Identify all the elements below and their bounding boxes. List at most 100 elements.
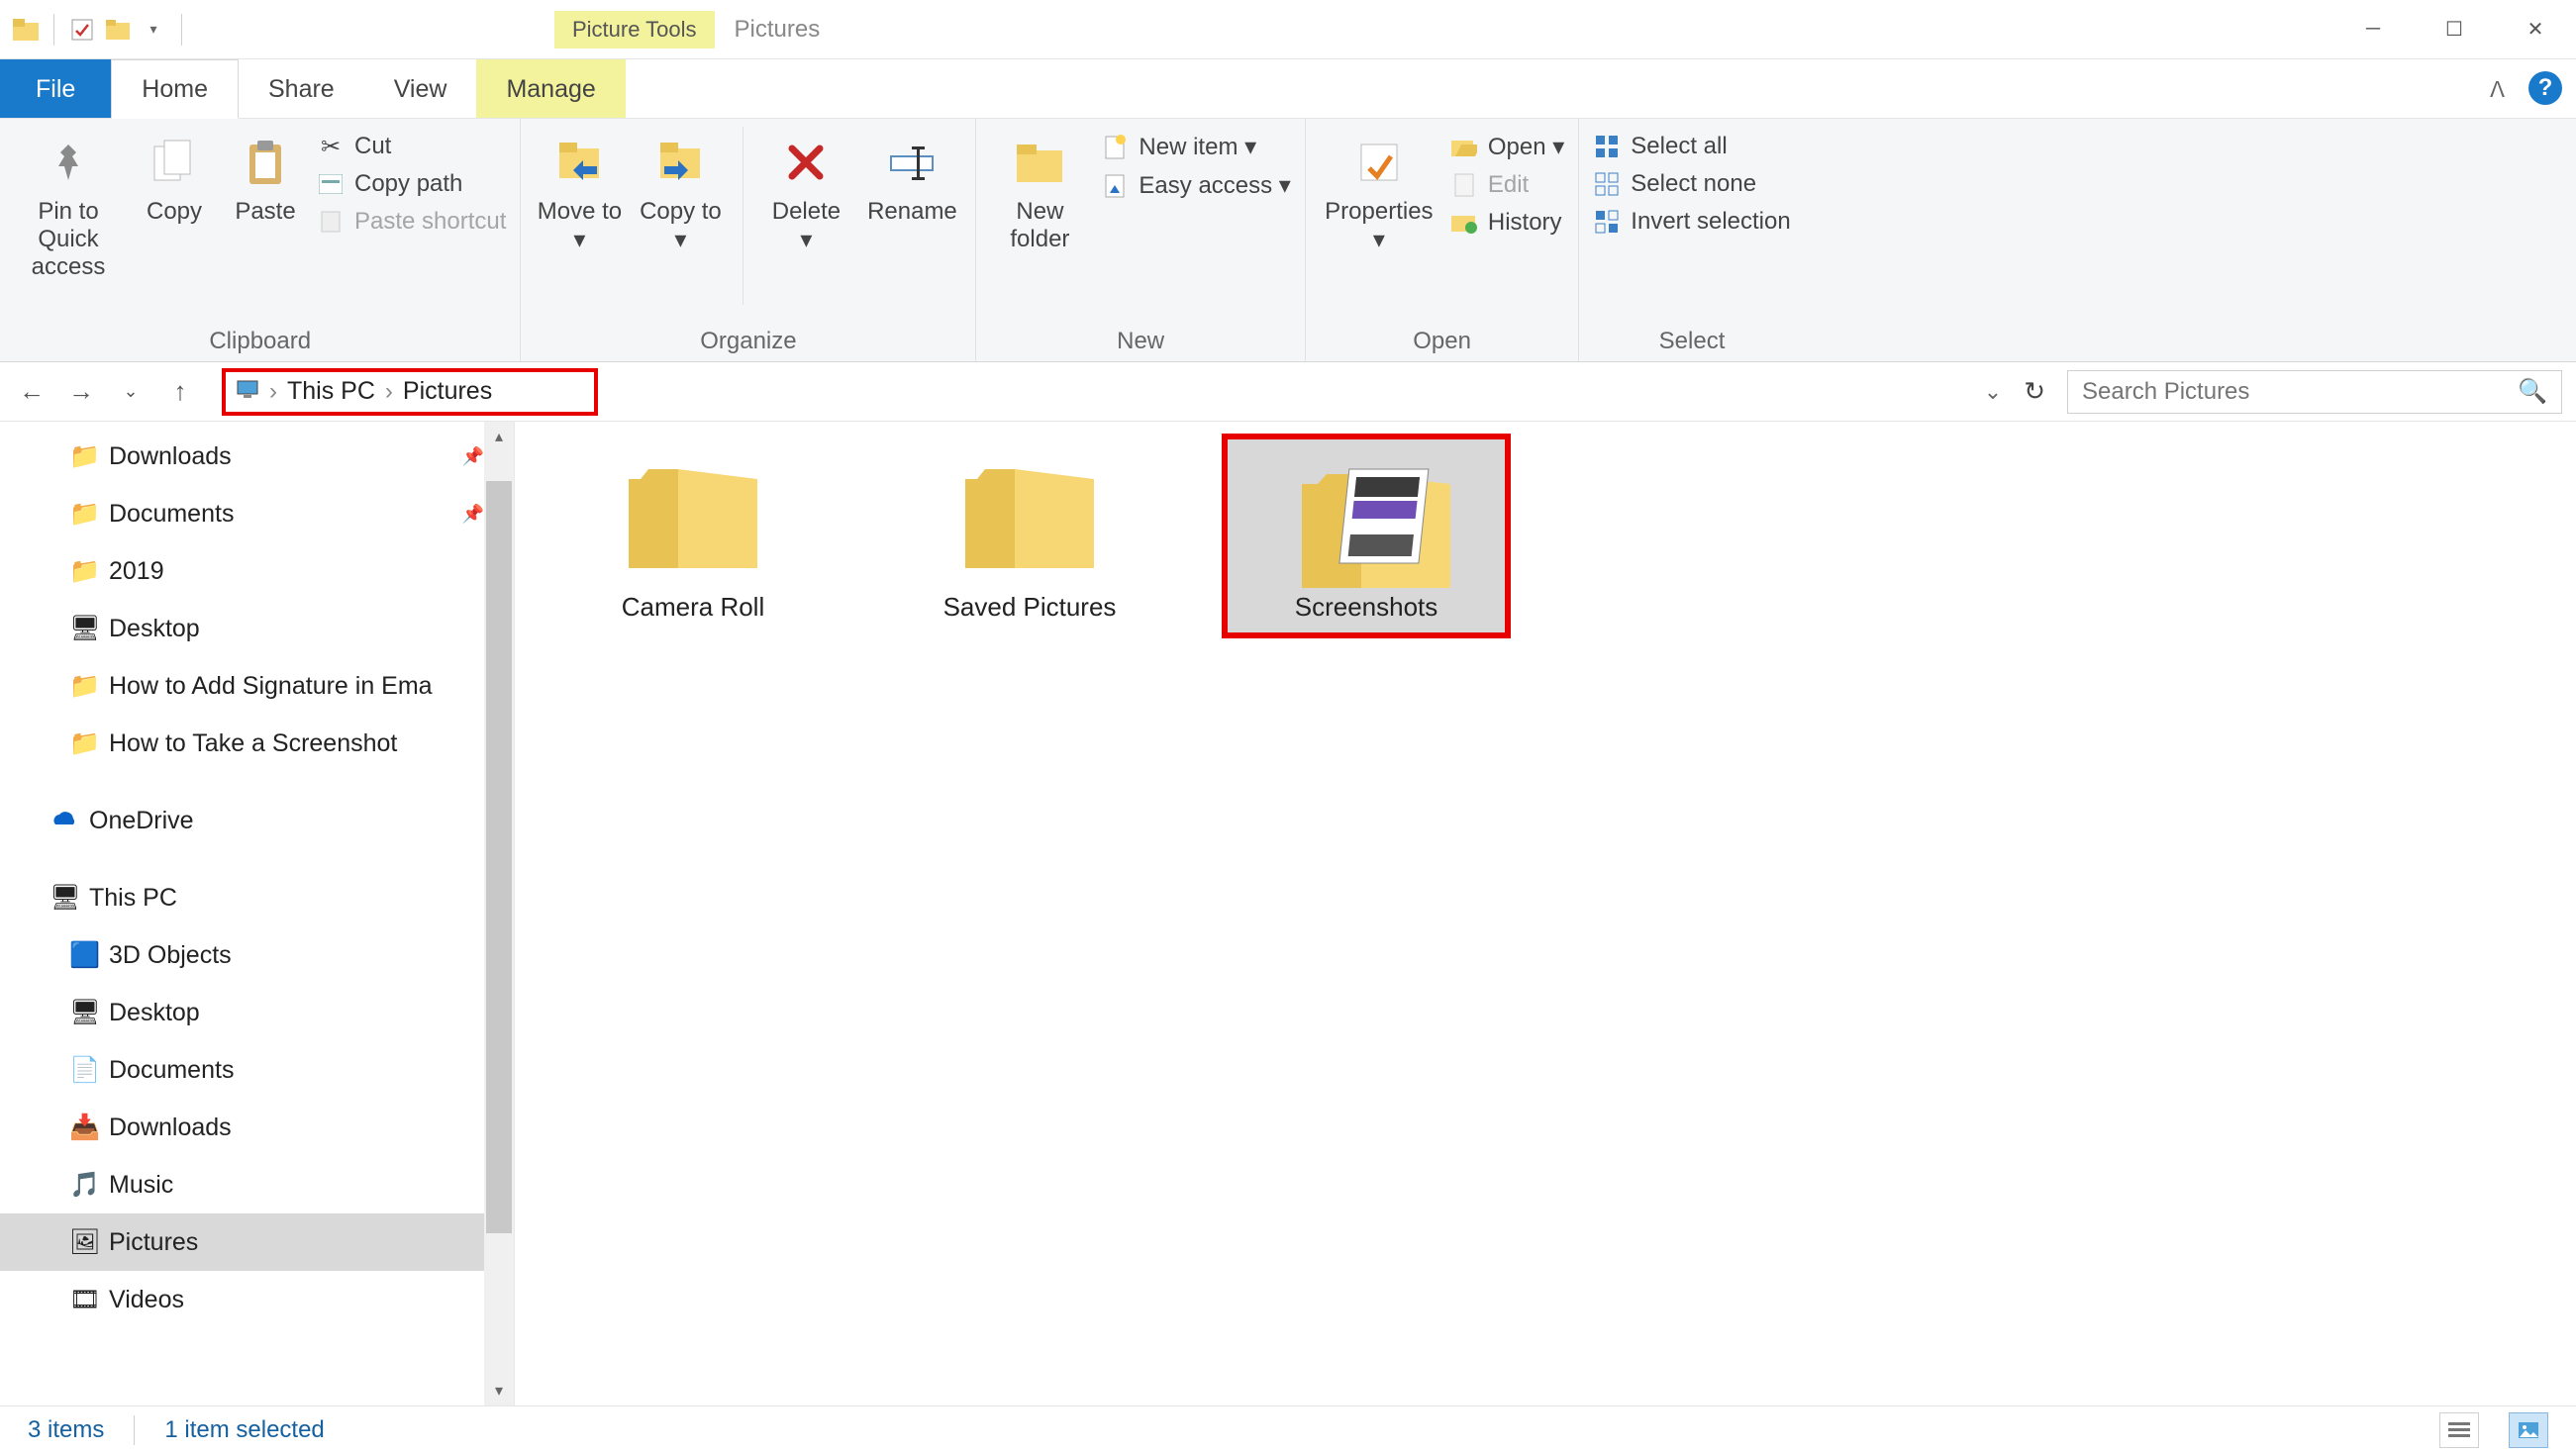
select-none-button[interactable]: Select none bbox=[1593, 170, 1790, 198]
qat-dropdown-icon[interactable]: ▾ bbox=[140, 16, 167, 44]
nav-documents-2[interactable]: 📄Documents bbox=[0, 1041, 514, 1099]
nav-pictures[interactable]: 🖼Pictures bbox=[0, 1213, 514, 1271]
ribbon: Pin to Quick access Copy Paste ✂ Cut Cop… bbox=[0, 119, 2576, 362]
folder-qat-icon[interactable] bbox=[104, 16, 132, 44]
nav-downloads[interactable]: 📁Downloads📌 bbox=[0, 428, 514, 485]
cut-icon: ✂ bbox=[317, 133, 345, 160]
cut-label: Cut bbox=[354, 133, 391, 160]
back-button[interactable]: ← bbox=[14, 374, 50, 410]
edit-button[interactable]: Edit bbox=[1450, 171, 1564, 199]
nav-2019[interactable]: 📁2019 bbox=[0, 542, 514, 600]
scroll-up-icon[interactable]: ▴ bbox=[484, 422, 514, 451]
pin-icon bbox=[41, 135, 96, 190]
forward-button[interactable]: → bbox=[63, 374, 99, 410]
new-folder-icon bbox=[1012, 135, 1067, 190]
copy-path-button[interactable]: Copy path bbox=[317, 170, 506, 198]
cut-button[interactable]: ✂ Cut bbox=[317, 133, 506, 160]
copy-to-button[interactable]: Copy to ▾ bbox=[636, 127, 725, 254]
pin-to-quick-access-button[interactable]: Pin to Quick access bbox=[14, 127, 123, 281]
open-label: Open ▾ bbox=[1488, 133, 1564, 161]
scroll-down-icon[interactable]: ▾ bbox=[484, 1376, 514, 1405]
paste-shortcut-button[interactable]: Paste shortcut bbox=[317, 208, 506, 236]
recent-locations-button[interactable]: ⌄ bbox=[113, 374, 149, 410]
open-button[interactable]: Open ▾ bbox=[1450, 133, 1564, 161]
folder-camera-roll[interactable]: Camera Roll bbox=[554, 439, 832, 632]
nav-onedrive[interactable]: OneDrive bbox=[0, 792, 514, 849]
chevron-right-icon: › bbox=[269, 378, 277, 406]
view-details-button[interactable] bbox=[2439, 1412, 2479, 1448]
crumb-pictures[interactable]: Pictures bbox=[403, 377, 492, 406]
new-folder-button[interactable]: New folder bbox=[990, 127, 1089, 253]
nav-3d-objects[interactable]: 🟦3D Objects bbox=[0, 926, 514, 984]
search-input[interactable] bbox=[2082, 378, 2518, 406]
folder-icon: 📁 bbox=[69, 500, 97, 528]
quick-access-toolbar: ▾ bbox=[0, 14, 188, 46]
folder-screenshots[interactable]: Screenshots bbox=[1228, 439, 1505, 632]
group-organize: Move to ▾ Copy to ▾ Delete▾ Rename Organ… bbox=[521, 119, 976, 361]
search-box[interactable]: 🔍 bbox=[2067, 370, 2562, 414]
close-button[interactable]: ✕ bbox=[2495, 0, 2576, 59]
nav-desktop[interactable]: 🖥Desktop bbox=[0, 600, 514, 657]
copy-path-icon bbox=[317, 170, 345, 198]
pictures-icon: 🖼 bbox=[69, 1228, 97, 1256]
status-selected-count: 1 item selected bbox=[164, 1416, 324, 1444]
tab-share[interactable]: Share bbox=[239, 59, 364, 118]
crumb-this-pc[interactable]: This PC bbox=[287, 377, 375, 406]
navigation-pane: 📁Downloads📌 📁Documents📌 📁2019 🖥Desktop 📁… bbox=[0, 422, 515, 1405]
delete-icon bbox=[778, 135, 834, 190]
group-select: Select all Select none Invert selection … bbox=[1579, 119, 1804, 361]
refresh-button[interactable]: ↻ bbox=[2024, 376, 2045, 407]
scroll-thumb[interactable] bbox=[486, 481, 512, 1233]
nav-signature-howto[interactable]: 📁How to Add Signature in Ema bbox=[0, 657, 514, 715]
minimize-button[interactable]: ─ bbox=[2332, 0, 2414, 59]
nav-this-pc[interactable]: 🖥This PC bbox=[0, 869, 514, 926]
properties-qat-icon[interactable] bbox=[68, 16, 96, 44]
select-all-button[interactable]: Select all bbox=[1593, 133, 1790, 160]
tab-home[interactable]: Home bbox=[111, 59, 239, 119]
invert-selection-button[interactable]: Invert selection bbox=[1593, 208, 1790, 236]
address-bar: ← → ⌄ ↑ › This PC › Pictures ⌄ ↻ 🔍 bbox=[0, 362, 2576, 422]
search-icon[interactable]: 🔍 bbox=[2518, 377, 2547, 406]
nav-documents[interactable]: 📁Documents📌 bbox=[0, 485, 514, 542]
folder-saved-pictures[interactable]: Saved Pictures bbox=[891, 439, 1168, 632]
help-button[interactable]: ? bbox=[2528, 71, 2562, 105]
open-icon bbox=[1450, 134, 1478, 161]
easy-access-button[interactable]: Easy access ▾ bbox=[1101, 171, 1290, 200]
tab-manage[interactable]: Manage bbox=[476, 59, 625, 118]
collapse-ribbon-icon[interactable]: ᐱ bbox=[2490, 77, 2505, 100]
pin-icon: 📌 bbox=[462, 504, 484, 525]
edit-label: Edit bbox=[1488, 171, 1529, 199]
group-clipboard-label: Clipboard bbox=[14, 324, 506, 357]
paste-shortcut-label: Paste shortcut bbox=[354, 208, 506, 236]
nav-videos[interactable]: 🎞Videos bbox=[0, 1271, 514, 1328]
nav-screenshot-howto[interactable]: 📁How to Take a Screenshot bbox=[0, 715, 514, 772]
new-item-button[interactable]: New item ▾ bbox=[1101, 133, 1290, 161]
nav-downloads-2[interactable]: 📥Downloads bbox=[0, 1099, 514, 1156]
content-view[interactable]: Camera Roll Saved Pictures Screenshots bbox=[515, 422, 2576, 1405]
tab-view[interactable]: View bbox=[364, 59, 477, 118]
folder-icon bbox=[955, 449, 1104, 578]
item-label: Camera Roll bbox=[622, 592, 765, 623]
status-item-count: 3 items bbox=[28, 1416, 104, 1444]
up-button[interactable]: ↑ bbox=[162, 374, 198, 410]
nav-scrollbar[interactable]: ▴ ▾ bbox=[484, 422, 514, 1405]
properties-button[interactable]: Properties▾ bbox=[1320, 127, 1438, 254]
delete-button[interactable]: Delete▾ bbox=[761, 127, 850, 254]
maximize-button[interactable]: ☐ bbox=[2414, 0, 2495, 59]
new-item-icon bbox=[1101, 134, 1129, 161]
breadcrumb[interactable]: › This PC › Pictures bbox=[222, 368, 598, 416]
select-all-label: Select all bbox=[1631, 133, 1727, 160]
view-thumbnails-button[interactable] bbox=[2509, 1412, 2548, 1448]
address-dropdown-icon[interactable]: ⌄ bbox=[1984, 379, 2002, 405]
rename-button[interactable]: Rename bbox=[862, 127, 961, 226]
desktop-icon: 🖥 bbox=[69, 615, 97, 642]
history-button[interactable]: History bbox=[1450, 209, 1564, 237]
paste-button[interactable]: Paste bbox=[226, 127, 305, 226]
nav-music[interactable]: 🎵Music bbox=[0, 1156, 514, 1213]
tab-file[interactable]: File bbox=[0, 59, 111, 118]
nav-desktop-2[interactable]: 🖥Desktop bbox=[0, 984, 514, 1041]
copy-icon bbox=[147, 135, 202, 190]
delete-label: Delete▾ bbox=[772, 198, 841, 254]
move-to-button[interactable]: Move to ▾ bbox=[535, 127, 624, 254]
copy-button[interactable]: Copy bbox=[135, 127, 214, 226]
